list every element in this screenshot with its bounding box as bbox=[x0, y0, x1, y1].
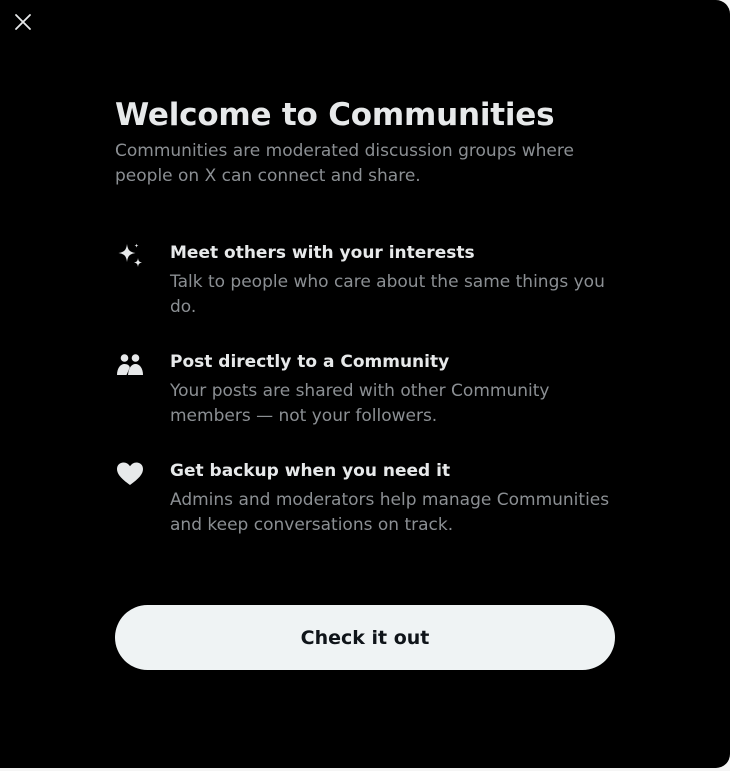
feature-title: Meet others with your interests bbox=[170, 243, 475, 263]
close-button[interactable] bbox=[6, 5, 40, 39]
feature-list: Meet others with your interests Talk to … bbox=[115, 241, 615, 538]
check-it-out-button[interactable]: Check it out bbox=[115, 605, 615, 670]
heart-icon bbox=[115, 459, 145, 489]
modal-content: Welcome to Communities Communities are m… bbox=[115, 95, 615, 568]
feature-description: Your posts are shared with other Communi… bbox=[170, 381, 550, 426]
feature-title: Get backup when you need it bbox=[170, 461, 451, 481]
feature-item: Get backup when you need it Admins and m… bbox=[115, 459, 615, 538]
modal-subtitle: Communities are moderated discussion gro… bbox=[115, 141, 574, 186]
close-icon bbox=[15, 14, 31, 30]
feature-item: Meet others with your interests Talk to … bbox=[115, 241, 615, 320]
feature-description: Talk to people who care about the same t… bbox=[170, 272, 605, 317]
modal-title: Welcome to Communities bbox=[115, 97, 555, 133]
sparkle-icon bbox=[115, 241, 145, 271]
people-icon bbox=[115, 350, 145, 380]
feature-title: Post directly to a Community bbox=[170, 352, 450, 372]
feature-item: Post directly to a Community Your posts … bbox=[115, 350, 615, 429]
feature-description: Admins and moderators help manage Commun… bbox=[170, 490, 610, 535]
communities-welcome-modal: Welcome to Communities Communities are m… bbox=[0, 0, 730, 768]
